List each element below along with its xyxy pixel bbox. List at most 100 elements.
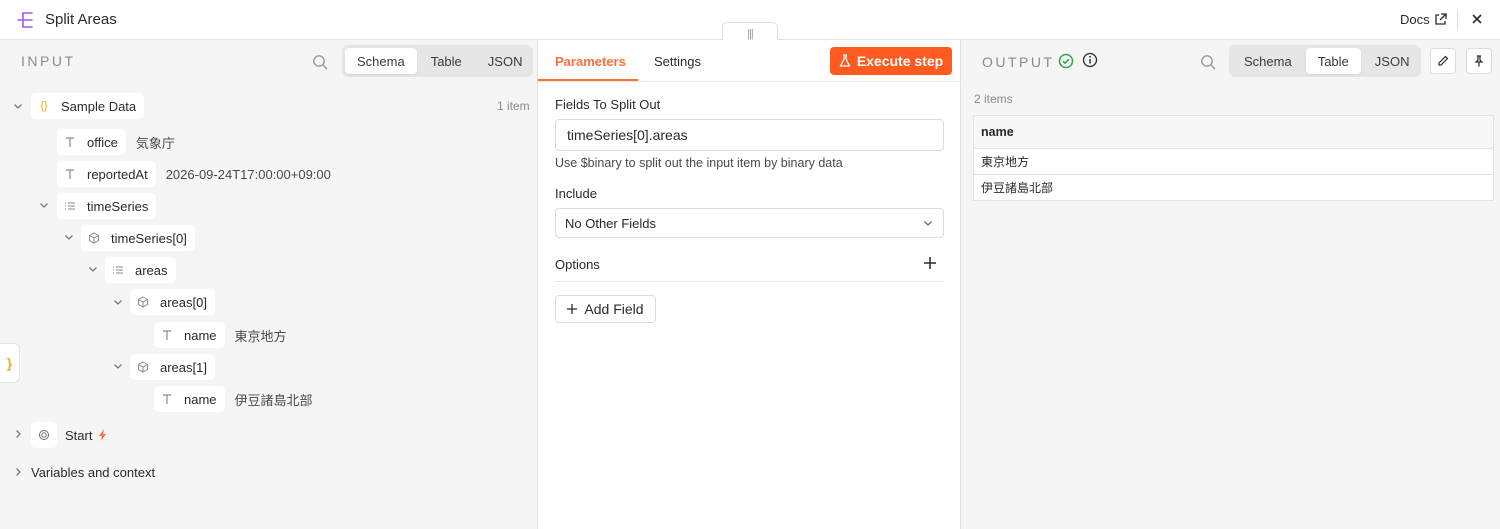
tree-node-label: Start	[65, 427, 93, 443]
pencil-icon	[1438, 55, 1449, 66]
bolt-icon	[99, 429, 107, 441]
output-view-switcher: Schema Table JSON	[1229, 45, 1421, 77]
text-type-icon	[57, 161, 83, 187]
field-key: name	[180, 386, 225, 412]
fields-to-split-label: Fields To Split Out	[555, 97, 661, 112]
add-field-label: Add Field	[584, 301, 644, 317]
text-type-icon	[57, 129, 83, 155]
table-row: 東京地方	[973, 148, 1494, 175]
options-label: Options	[555, 257, 600, 272]
include-select[interactable]: No Other Fields	[555, 208, 944, 238]
docs-label: Docs	[1400, 12, 1430, 27]
input-tab-table[interactable]: Table	[419, 48, 474, 74]
chevron-down-icon[interactable]	[12, 100, 24, 112]
table-header-row: name	[973, 115, 1494, 149]
plus-icon[interactable]	[923, 256, 937, 270]
tree-node-start[interactable]: Start	[31, 422, 108, 448]
chevron-down-icon[interactable]	[63, 231, 75, 243]
options-section: Options	[555, 252, 944, 282]
success-check-icon	[1058, 53, 1074, 69]
tabs-divider	[538, 81, 961, 82]
tree-node-office[interactable]: office 気象庁	[57, 129, 175, 155]
tree-node-timeseries[interactable]: timeSeries	[57, 193, 157, 219]
tree-node-areas[interactable]: areas	[105, 257, 176, 283]
field-value: 気象庁	[135, 135, 175, 151]
tree-node-areas-1-name[interactable]: name 伊豆諸島北部	[154, 386, 313, 412]
field-key: timeSeries	[83, 193, 157, 219]
tree-node-sample-data[interactable]: {} Sample Data	[31, 93, 145, 119]
info-icon[interactable]	[1082, 52, 1098, 68]
docs-link[interactable]: Docs	[1400, 12, 1447, 27]
pin-icon	[1474, 55, 1484, 67]
binary-hint: Use $binary to split out the input item …	[555, 156, 843, 170]
input-view-switcher: Schema Table JSON	[342, 45, 533, 77]
external-link-icon	[1434, 13, 1447, 25]
output-panel: OUTPUT Schema Table JSON 2 items name 東京…	[961, 40, 1500, 529]
plus-icon	[567, 304, 578, 314]
parameters-panel: Parameters Settings Execute step Fields …	[538, 40, 961, 529]
output-search-button[interactable]	[1199, 53, 1217, 71]
header-divider	[1457, 10, 1458, 30]
tree-node-areas-0-name[interactable]: name 東京地方	[154, 322, 287, 348]
field-key: name	[180, 322, 225, 348]
array-type-icon	[105, 257, 131, 283]
field-key: office	[83, 129, 126, 155]
output-item-count: 2 items	[974, 92, 1013, 106]
text-type-icon	[154, 322, 180, 348]
fields-to-split-input[interactable]	[555, 119, 944, 151]
add-field-button[interactable]: Add Field	[555, 295, 656, 323]
tab-settings[interactable]: Settings	[654, 54, 701, 69]
tree-node-label: Sample Data	[57, 93, 145, 119]
tab-parameters[interactable]: Parameters	[555, 54, 626, 69]
text-type-icon	[154, 386, 180, 412]
flask-icon	[839, 54, 851, 67]
field-value: 東京地方	[234, 328, 287, 344]
array-type-icon	[57, 193, 83, 219]
cube-icon	[130, 289, 156, 315]
pin-data-button[interactable]	[1466, 48, 1492, 74]
column-header-name[interactable]: name	[973, 115, 1494, 149]
output-tab-json[interactable]: JSON	[1363, 48, 1422, 74]
input-panel: INPUT Schema Table JSON {} Sample Data 1…	[0, 40, 538, 529]
edit-output-button[interactable]	[1430, 48, 1456, 74]
input-search-button[interactable]	[311, 53, 329, 71]
chevron-right-icon[interactable]	[12, 466, 24, 478]
output-tab-table[interactable]: Table	[1305, 48, 1361, 74]
field-key: areas[1]	[156, 354, 215, 380]
variables-and-context[interactable]: Variables and context	[31, 465, 155, 480]
execute-step-label: Execute step	[856, 53, 944, 69]
table-row: 伊豆諸島北部	[973, 174, 1494, 201]
tree-node-timeseries-0[interactable]: timeSeries[0]	[81, 225, 195, 251]
object-icon: {}	[31, 93, 57, 119]
tree-node-areas-0[interactable]: areas[0]	[130, 289, 215, 315]
fingerprint-icon	[31, 422, 57, 448]
tree-node-areas-1[interactable]: areas[1]	[130, 354, 215, 380]
search-icon	[313, 55, 328, 70]
chevron-down-icon[interactable]	[112, 296, 124, 308]
input-tab-schema[interactable]: Schema	[345, 48, 417, 74]
chevron-down-icon[interactable]	[112, 360, 124, 372]
field-key: areas	[131, 257, 176, 283]
search-icon	[1201, 55, 1216, 70]
field-value: 2026-09-24T17:00:00+09:00	[165, 166, 331, 182]
execute-step-button[interactable]: Execute step	[830, 47, 952, 75]
side-panel-toggle[interactable]: }	[0, 343, 20, 383]
close-button[interactable]	[1468, 10, 1486, 28]
tree-node-reportedat[interactable]: reportedAt 2026-09-24T17:00:00+09:00	[57, 161, 331, 187]
node-title[interactable]: Split Areas	[45, 11, 117, 28]
chevron-down-icon[interactable]	[38, 199, 50, 211]
include-selected-value: No Other Fields	[565, 215, 657, 231]
chevron-right-icon[interactable]	[12, 428, 24, 440]
field-key: areas[0]	[156, 289, 215, 315]
cube-icon	[81, 225, 107, 251]
output-tab-schema[interactable]: Schema	[1232, 48, 1304, 74]
include-label: Include	[555, 186, 597, 201]
table-cell[interactable]: 東京地方	[973, 148, 1494, 175]
chevron-down-icon	[924, 221, 932, 226]
field-key: reportedAt	[83, 161, 156, 187]
table-cell[interactable]: 伊豆諸島北部	[973, 174, 1494, 201]
input-tab-json[interactable]: JSON	[476, 48, 535, 74]
input-item-count: 1 item	[497, 99, 530, 113]
chevron-down-icon[interactable]	[87, 263, 99, 275]
output-panel-label: OUTPUT	[982, 54, 1055, 70]
